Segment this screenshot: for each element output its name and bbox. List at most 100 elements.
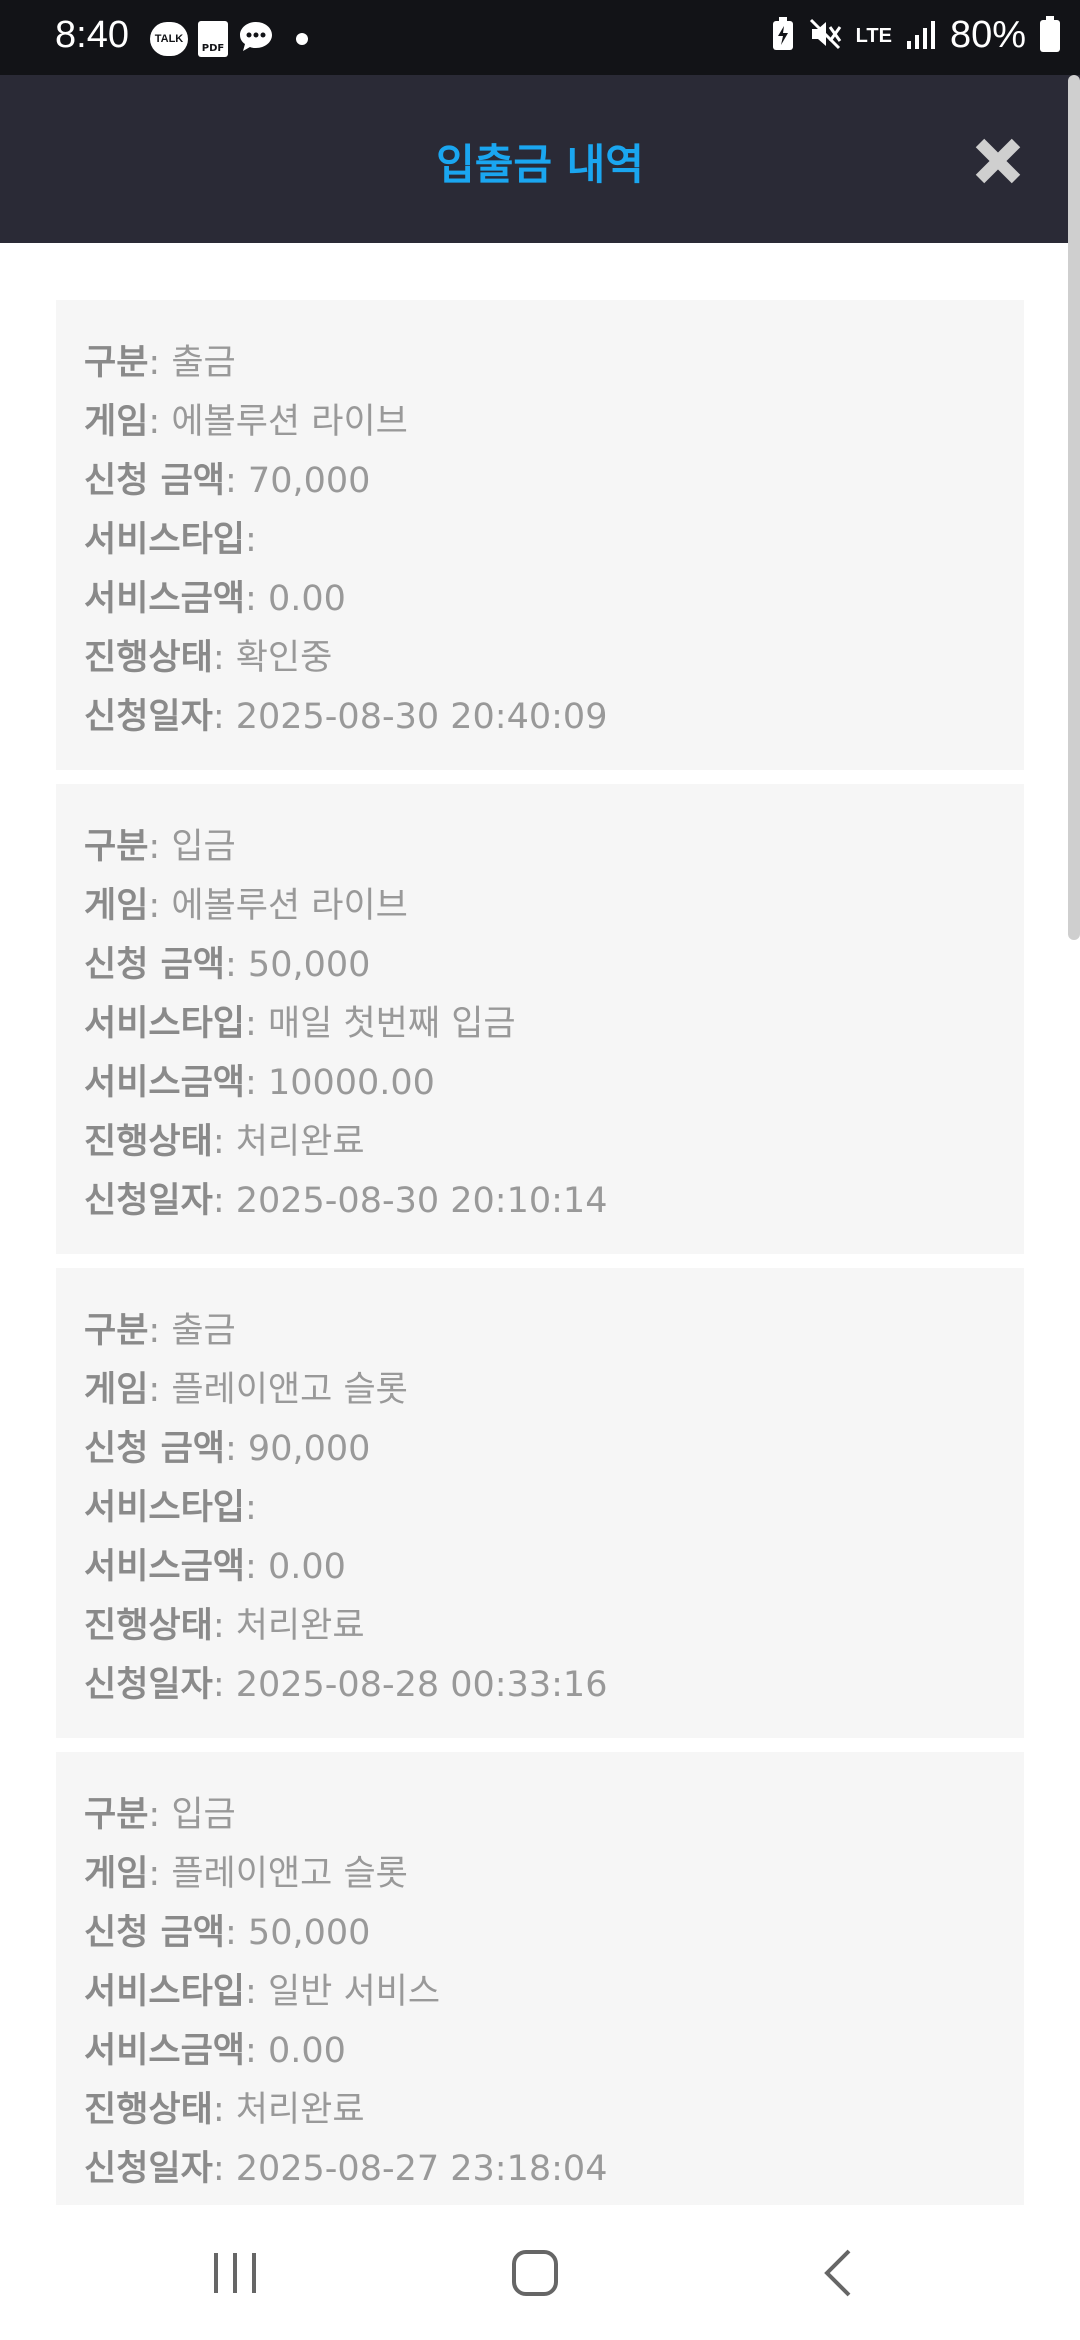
label-type: 구분 — [84, 343, 149, 383]
value-service-amount: 0.00 — [267, 2031, 346, 2071]
value-status: 확인중 — [235, 638, 333, 678]
value-service-type: 일반 서비스 — [267, 1972, 441, 2012]
row-service-amount: 서비스금액: 0.00 — [84, 2031, 346, 2071]
system-icons: LTE 80% — [772, 14, 1060, 57]
row-service-type: 서비스타입: — [84, 1488, 257, 1528]
status-bar: 8:40 TALK PDF LTE 80% — [0, 0, 1080, 75]
transaction-card: 구분: 출금 게임: 플레이앤고 슬롯 신청 금액: 90,000 서비스타입:… — [56, 1268, 1024, 1738]
row-status: 진행상태: 처리완료 — [84, 2090, 365, 2130]
label-type: 구분 — [84, 827, 149, 867]
row-type: 구분: 출금 — [84, 343, 236, 383]
home-button[interactable] — [500, 2245, 570, 2301]
battery-icon — [1040, 15, 1060, 52]
transaction-card: 구분: 입금 게임: 플레이앤고 슬롯 신청 금액: 50,000 서비스타입:… — [56, 1752, 1024, 2222]
mute-icon — [808, 17, 842, 55]
back-icon — [824, 2249, 851, 2297]
value-status: 처리완료 — [235, 1606, 365, 1646]
row-service-type: 서비스타입: 매일 첫번째 입금 — [84, 1004, 516, 1044]
row-game: 게임: 플레이앤고 슬롯 — [84, 1370, 408, 1410]
row-amount: 신청 금액: 70,000 — [84, 461, 371, 501]
value-status: 처리완료 — [235, 2090, 365, 2130]
navigation-bar — [0, 2205, 1080, 2340]
row-service-amount: 서비스금액: 10000.00 — [84, 1063, 435, 1103]
value-date: 2025-08-30 20:40:09 — [235, 697, 608, 737]
row-amount: 신청 금액: 90,000 — [84, 1429, 371, 1469]
value-date: 2025-08-27 23:18:04 — [235, 2149, 608, 2189]
network-type: LTE — [855, 24, 892, 47]
row-amount: 신청 금액: 50,000 — [84, 1913, 371, 1953]
back-button[interactable] — [805, 2245, 875, 2301]
label-type: 구분 — [84, 1795, 149, 1835]
label-status: 진행상태 — [84, 1606, 213, 1646]
label-game: 게임 — [84, 402, 149, 442]
row-service-type: 서비스타입: — [84, 520, 257, 560]
value-status: 처리완료 — [235, 1122, 365, 1162]
more-notifications-icon — [296, 33, 308, 45]
row-game: 게임: 에볼루션 라이브 — [84, 402, 408, 442]
row-date: 신청일자: 2025-08-28 00:33:16 — [84, 1665, 608, 1705]
kakaotalk-icon: TALK — [150, 22, 188, 56]
row-type: 구분: 출금 — [84, 1311, 236, 1351]
label-status: 진행상태 — [84, 1122, 213, 1162]
value-type: 출금 — [171, 1311, 236, 1351]
value-service-amount: 10000.00 — [267, 1063, 435, 1103]
label-game: 게임 — [84, 886, 149, 926]
label-date: 신청일자 — [84, 1181, 213, 1221]
row-game: 게임: 에볼루션 라이브 — [84, 886, 408, 926]
transaction-card: 구분: 입금 게임: 에볼루션 라이브 신청 금액: 50,000 서비스타입:… — [56, 784, 1024, 1254]
pdf-icon: PDF — [198, 21, 228, 57]
value-amount: 70,000 — [247, 461, 371, 501]
label-date: 신청일자 — [84, 2149, 213, 2189]
row-date: 신청일자: 2025-08-30 20:40:09 — [84, 697, 608, 737]
transaction-card: 구분: 출금 게임: 에볼루션 라이브 신청 금액: 70,000 서비스타입:… — [56, 300, 1024, 770]
home-icon — [512, 2250, 558, 2296]
label-service-type: 서비스타입 — [84, 1488, 246, 1528]
row-status: 진행상태: 처리완료 — [84, 1606, 365, 1646]
label-status: 진행상태 — [84, 2090, 213, 2130]
label-type: 구분 — [84, 1311, 149, 1351]
value-service-amount: 0.00 — [267, 579, 346, 619]
row-game: 게임: 플레이앤고 슬롯 — [84, 1854, 408, 1894]
value-game: 플레이앤고 슬롯 — [171, 1854, 408, 1894]
close-button[interactable] — [972, 135, 1024, 187]
battery-saver-icon — [772, 16, 794, 55]
close-icon — [975, 138, 1021, 184]
label-service-type: 서비스타입 — [84, 1972, 246, 2012]
label-date: 신청일자 — [84, 1665, 213, 1705]
value-service-amount: 0.00 — [267, 1547, 346, 1587]
value-amount: 50,000 — [247, 1913, 371, 1953]
label-amount: 신청 금액 — [84, 461, 225, 501]
label-service-amount: 서비스금액 — [84, 1063, 246, 1103]
row-type: 구분: 입금 — [84, 827, 236, 867]
label-amount: 신청 금액 — [84, 1913, 225, 1953]
label-service-type: 서비스타입 — [84, 1004, 246, 1044]
label-service-amount: 서비스금액 — [84, 1547, 246, 1587]
recent-apps-icon — [214, 2253, 256, 2293]
scrollbar[interactable] — [1068, 75, 1080, 940]
row-date: 신청일자: 2025-08-30 20:10:14 — [84, 1181, 608, 1221]
row-amount: 신청 금액: 50,000 — [84, 945, 371, 985]
value-amount: 90,000 — [247, 1429, 371, 1469]
page-title: 입출금 내역 — [436, 140, 644, 189]
page-header: 입출금 내역 — [0, 75, 1080, 243]
row-service-amount: 서비스금액: 0.00 — [84, 1547, 346, 1587]
row-status: 진행상태: 확인중 — [84, 638, 333, 678]
label-status: 진행상태 — [84, 638, 213, 678]
value-type: 입금 — [171, 827, 236, 867]
label-service-type: 서비스타입 — [84, 520, 246, 560]
transaction-list: 구분: 출금 게임: 에볼루션 라이브 신청 금액: 70,000 서비스타입:… — [56, 300, 1024, 2236]
signal-icon — [906, 19, 936, 53]
message-icon — [238, 20, 274, 58]
value-game: 에볼루션 라이브 — [171, 886, 408, 926]
value-service-type: 매일 첫번째 입금 — [267, 1004, 516, 1044]
row-service-type: 서비스타입: 일반 서비스 — [84, 1972, 441, 2012]
row-date: 신청일자: 2025-08-27 23:18:04 — [84, 2149, 608, 2189]
label-game: 게임 — [84, 1854, 149, 1894]
label-amount: 신청 금액 — [84, 1429, 225, 1469]
value-game: 플레이앤고 슬롯 — [171, 1370, 408, 1410]
battery-level: 80% — [949, 14, 1026, 56]
notification-icons: TALK PDF — [150, 20, 308, 58]
row-type: 구분: 입금 — [84, 1795, 236, 1835]
recent-apps-button[interactable] — [200, 2245, 270, 2301]
label-service-amount: 서비스금액 — [84, 579, 246, 619]
